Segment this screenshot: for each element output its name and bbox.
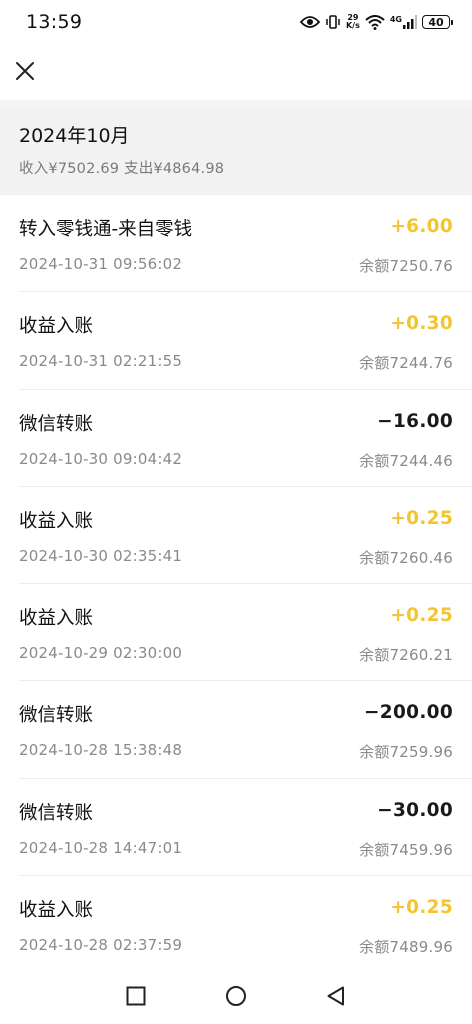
transaction-time: 2024-10-28 14:47:01	[19, 838, 183, 857]
month-title[interactable]: 2024年10月	[19, 124, 453, 148]
transaction-amount: −16.00	[377, 410, 453, 432]
transaction-row[interactable]: 收益入账 +0.25 2024-10-30 02:35:41 余额7260.46	[0, 487, 472, 585]
signal-icon: 4G	[390, 15, 417, 29]
transaction-balance: 余额7259.96	[359, 743, 453, 762]
transaction-title: 微信转账	[19, 802, 94, 824]
vibrate-icon	[325, 14, 341, 30]
net-speed-unit: K/s	[345, 21, 360, 30]
transaction-row[interactable]: 微信转账 −30.00 2024-10-28 14:47:01 余额7459.9…	[0, 779, 472, 877]
transaction-title: 收益入账	[19, 900, 94, 922]
transaction-row[interactable]: 收益入账 +0.25 2024-10-29 02:30:00 余额7260.21	[0, 584, 472, 682]
close-icon	[16, 62, 34, 80]
transaction-title: 微信转账	[19, 705, 94, 727]
back-triangle-icon	[327, 986, 344, 1006]
status-time: 13:59	[26, 11, 83, 33]
transaction-balance: 余额7459.96	[359, 840, 453, 859]
transaction-amount: +0.25	[390, 605, 453, 627]
transaction-row[interactable]: 微信转账 −200.00 2024-10-28 15:38:48 余额7259.…	[0, 681, 472, 780]
transaction-amount: +0.25	[390, 897, 453, 919]
month-summary: 收入¥7502.69 支出¥4864.98	[19, 161, 225, 177]
transaction-time: 2024-10-28 02:37:59	[19, 936, 183, 955]
transaction-amount: +0.30	[390, 313, 453, 335]
transaction-balance: 余额7244.76	[359, 354, 453, 373]
transaction-title: 收益入账	[19, 316, 94, 338]
transaction-amount: +6.00	[390, 216, 453, 237]
battery-icon: 40	[422, 15, 453, 29]
wifi-icon	[365, 14, 385, 30]
back-button[interactable]	[324, 984, 348, 1008]
home-circle-icon	[226, 986, 246, 1006]
transaction-time: 2024-10-30 02:35:41	[19, 546, 183, 565]
transaction-row[interactable]: 微信转账 −16.00 2024-10-30 09:04:42 余额7244.4…	[0, 390, 472, 488]
home-button[interactable]	[224, 984, 248, 1008]
transaction-row[interactable]: 收益入账 +0.30 2024-10-31 02:21:55 余额7244.76	[0, 292, 472, 390]
transaction-row[interactable]: 收益入账 +0.25 2024-10-28 02:37:59 余额7489.96	[0, 876, 472, 973]
transaction-amount: −30.00	[377, 799, 453, 821]
net-speed: 29 K/s	[346, 14, 360, 30]
transaction-list: 转入零钱通-来自零钱 +6.00 2024-10-31 09:56:02 余额7…	[0, 195, 472, 973]
status-bar: 13:59 29 K/s 4G 40	[0, 0, 472, 44]
transaction-time: 2024-10-28 15:38:48	[19, 741, 183, 760]
transaction-title: 收益入账	[19, 510, 94, 532]
recents-button[interactable]	[124, 984, 148, 1008]
transaction-balance: 余额7244.46	[359, 451, 453, 470]
status-icons: 29 K/s 4G 40	[299, 14, 453, 30]
transaction-amount: +0.25	[390, 507, 453, 529]
transaction-row[interactable]: 转入零钱通-来自零钱 +6.00 2024-10-31 09:56:02 余额7…	[0, 195, 472, 293]
transaction-title: 转入零钱通-来自零钱	[19, 219, 193, 240]
transaction-time: 2024-10-30 09:04:42	[19, 449, 183, 468]
transaction-balance: 余额7489.96	[359, 938, 453, 957]
transaction-balance: 余额7260.21	[359, 646, 453, 665]
transaction-time: 2024-10-31 02:21:55	[19, 352, 183, 371]
android-nav-bar	[0, 968, 472, 1024]
close-button[interactable]	[12, 58, 38, 84]
transaction-amount: −200.00	[364, 702, 453, 724]
transaction-title: 收益入账	[19, 608, 94, 630]
recents-square-icon	[126, 986, 146, 1006]
transaction-balance: 余额7250.76	[359, 257, 453, 275]
month-header: 2024年10月 收入¥7502.69 支出¥4864.98	[0, 106, 472, 195]
transaction-time: 2024-10-29 02:30:00	[19, 644, 183, 663]
top-nav	[0, 44, 472, 100]
transaction-time: 2024-10-31 09:56:02	[19, 255, 183, 273]
network-type: 4G	[389, 15, 402, 24]
battery-level: 40	[428, 15, 444, 29]
eye-icon	[299, 15, 320, 29]
transaction-balance: 余额7260.46	[359, 548, 453, 567]
transaction-title: 微信转账	[19, 413, 94, 435]
